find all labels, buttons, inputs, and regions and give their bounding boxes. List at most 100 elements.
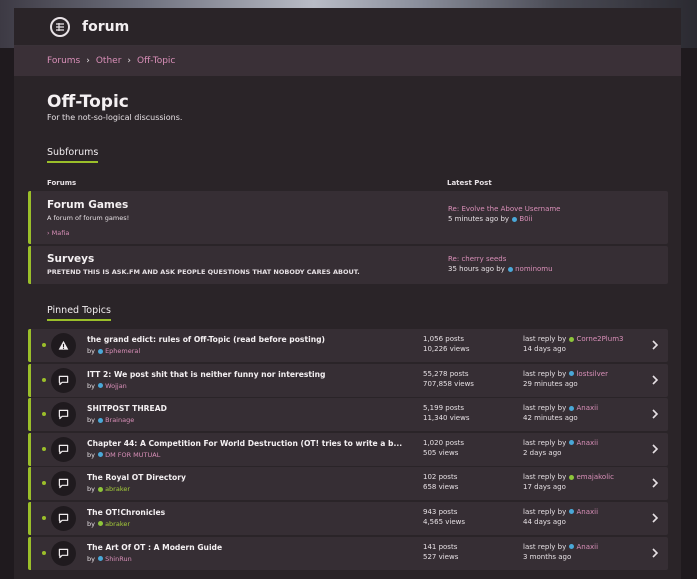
subforum-description: PRETEND THIS IS ASK.FM AND ASK PEOPLE QU… [47, 268, 360, 276]
topic-row[interactable]: ITT 2: We post shit that is neither funn… [28, 363, 668, 397]
last-reply-time: 42 minutes ago [523, 414, 578, 423]
user-dot-icon [98, 556, 104, 562]
subforum-surveys[interactable]: Surveys PRETEND THIS IS ASK.FM AND ASK P… [28, 246, 668, 284]
breadcrumb: Forums › Other › Off-Topic [14, 46, 681, 76]
last-reply-line: last reply by Anaxii [523, 507, 599, 516]
topic-row[interactable]: The Royal OT Directory by abraker 102 post… [28, 467, 668, 501]
chat-icon [51, 367, 76, 393]
user-dot-icon [508, 266, 514, 272]
user-dot-icon [569, 440, 575, 446]
last-reply-line: last reply by Corne2Plum3 [523, 335, 624, 343]
user-dot-icon [98, 383, 104, 389]
chevron-right-icon[interactable] [650, 408, 660, 420]
user-dot-icon [98, 452, 104, 458]
topic-author-line: by ShinRun [87, 554, 132, 563]
subforum-name[interactable]: Surveys [47, 253, 94, 265]
chat-icon [51, 505, 76, 531]
chevron-right-icon[interactable] [650, 374, 660, 386]
topic-title[interactable]: The OT!Chronicles [87, 508, 407, 517]
topic-post-count: 102 posts [423, 473, 458, 482]
page-title: Off-Topic [47, 92, 129, 112]
latest-post-user[interactable]: B0ii [519, 215, 532, 223]
subforums-heading: Subforums [47, 147, 99, 163]
pinned-dot-icon [42, 481, 46, 486]
pinned-dot-icon [42, 412, 46, 417]
user-dot-icon [98, 486, 104, 492]
topic-title[interactable]: the grand edict: rules of Off-Topic (rea… [87, 335, 407, 344]
last-reply-user[interactable]: emajakolic [576, 473, 613, 481]
user-dot-icon [569, 371, 575, 377]
osu-logo-icon[interactable] [50, 16, 70, 37]
chevron-right-icon[interactable] [650, 512, 660, 524]
topic-post-count: 141 posts [423, 542, 458, 551]
topic-author[interactable]: Brainage [105, 416, 134, 424]
topic-author[interactable]: ShinRun [105, 555, 132, 563]
main-container: forum Forums › Other › Off-Topic Off-Top… [14, 8, 681, 579]
col-forums: Forums [47, 179, 77, 187]
last-reply-user[interactable]: Corne2Plum3 [576, 335, 623, 343]
latest-post-link[interactable]: Re: cherry seeds [448, 255, 506, 263]
subforum-child-link[interactable]: › Mafia [47, 229, 69, 237]
topic-author-line: by Wojjan [87, 381, 127, 390]
user-dot-icon [98, 417, 104, 423]
last-reply-user[interactable]: Anaxii [576, 404, 598, 412]
subforum-description: A forum of forum games! [47, 214, 130, 222]
topic-post-count: 55,278 posts [423, 369, 469, 378]
chevron-right-icon: › [86, 56, 90, 66]
topic-row[interactable]: The OT!Chronicles by abraker 943 posts 4,56… [28, 501, 668, 535]
last-reply-user[interactable]: Anaxii [576, 508, 598, 516]
last-reply-time: 44 days ago [523, 517, 566, 526]
topic-title[interactable]: The Royal OT Directory [87, 473, 407, 482]
latest-post-link[interactable]: Re: Evolve the Above Username [448, 205, 561, 213]
breadcrumb-other[interactable]: Other [96, 56, 122, 66]
user-dot-icon [569, 336, 575, 342]
logo-glyph-icon [56, 22, 64, 31]
breadcrumb-forums[interactable]: Forums [47, 56, 80, 66]
latest-post-meta: 5 minutes ago by B0ii [448, 215, 533, 223]
topic-title[interactable]: Chapter 44: A Competition For World Dest… [87, 439, 407, 448]
topic-post-count: 5,199 posts [423, 404, 465, 413]
topic-author[interactable]: DM FOR MUTUAL [105, 451, 160, 459]
chevron-right-icon[interactable] [650, 339, 660, 351]
topic-view-count: 527 views [423, 552, 459, 561]
latest-post-meta: 35 hours ago by nominomu [448, 265, 553, 273]
topic-author[interactable]: Wojjan [105, 382, 127, 390]
topic-view-count: 11,340 views [423, 414, 470, 423]
chat-icon [51, 471, 76, 497]
topic-post-count: 1,020 posts [423, 438, 465, 447]
top-bar: forum [14, 8, 681, 46]
topic-title[interactable]: The Art Of OT : A Modern Guide [87, 543, 407, 552]
pinned-topics-heading: Pinned Topics [47, 305, 111, 321]
user-dot-icon [569, 405, 575, 411]
latest-post-user[interactable]: nominomu [515, 265, 552, 273]
topic-row[interactable]: the grand edict: rules of Off-Topic (rea… [28, 329, 668, 362]
user-dot-icon [98, 348, 104, 354]
chevron-right-icon[interactable] [650, 443, 660, 455]
chat-icon [51, 402, 76, 428]
topic-author[interactable]: Ephemeral [105, 347, 140, 355]
last-reply-line: last reply by Anaxii [523, 438, 599, 447]
topic-author[interactable]: abraker [105, 485, 130, 493]
topic-row[interactable]: The Art Of OT : A Modern Guide by ShinRun… [28, 536, 668, 570]
subforum-column-headers: Forums Latest Post [47, 179, 681, 187]
topic-row[interactable]: Chapter 44: A Competition For World Dest… [28, 432, 668, 466]
chevron-right-icon[interactable] [650, 547, 660, 559]
topic-view-count: 658 views [423, 483, 459, 492]
topic-view-count: 4,565 views [423, 517, 466, 526]
warning-icon [51, 333, 76, 358]
breadcrumb-off-topic[interactable]: Off-Topic [137, 56, 175, 66]
last-reply-user[interactable]: Anaxii [576, 543, 598, 551]
chevron-right-icon[interactable] [650, 477, 660, 489]
topic-author-line: by abraker [87, 519, 131, 528]
subforum-forum-games[interactable]: Forum Games A forum of forum games! › Ma… [28, 191, 668, 244]
topic-author-line: by DM FOR MUTUAL [87, 450, 161, 459]
topic-row[interactable]: SHITPOST THREAD by Brainage 5,199 posts 11,… [28, 398, 668, 432]
pinned-dot-icon [42, 515, 46, 520]
topic-author[interactable]: abraker [105, 520, 130, 528]
last-reply-user[interactable]: lostsilver [576, 370, 607, 378]
last-reply-line: last reply by Anaxii [523, 404, 599, 413]
topic-title[interactable]: ITT 2: We post shit that is neither funn… [87, 370, 407, 379]
subforum-name[interactable]: Forum Games [47, 199, 128, 211]
topic-title[interactable]: SHITPOST THREAD [87, 404, 407, 413]
last-reply-user[interactable]: Anaxii [576, 439, 598, 447]
